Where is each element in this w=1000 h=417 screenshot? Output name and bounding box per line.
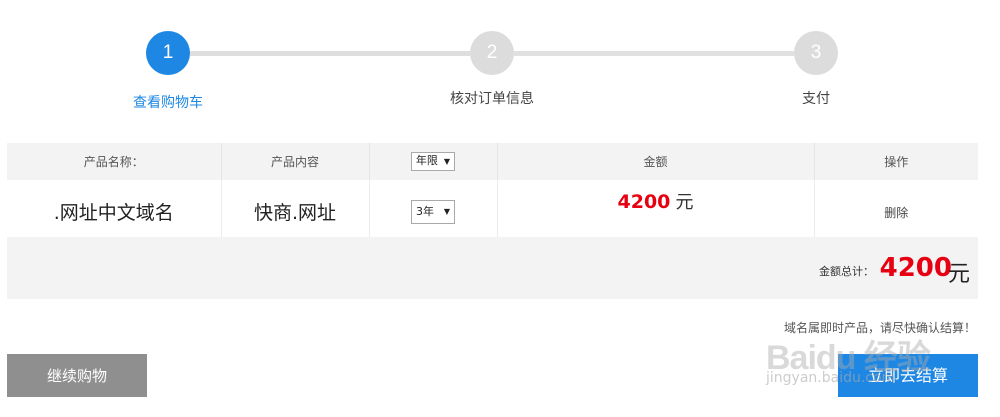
delete-link[interactable]: 删除 [884, 206, 908, 220]
step-2-label: 核对订单信息 [450, 91, 534, 107]
header-product-name: 产品名称： [7, 143, 222, 180]
period-select-value: 3年 [416, 204, 434, 218]
period-select[interactable]: 3年 ▼ [411, 199, 455, 224]
header-period: 年限 ▼ [369, 143, 498, 180]
step-connector-2-3 [514, 51, 794, 56]
period-header-select[interactable]: 年限 ▼ [410, 152, 456, 171]
table-row: .网址中文域名 快商.网址 3年 ▼ 4200 元 删除 [7, 180, 978, 244]
total-bar: 金额总计： 4200 元 [7, 237, 978, 299]
cart-table: 产品名称： 产品内容 年限 ▼ 金额 操作 .网址中文域名 快商.网址 3年 ▼ 4… [7, 143, 978, 244]
total-label: 金额总计： [819, 265, 874, 278]
chevron-down-icon: ▼ [443, 206, 450, 216]
step-1-circle: 1 [146, 31, 190, 75]
total-unit: 元 [947, 262, 970, 287]
header-product-content: 产品内容 [221, 143, 370, 180]
row-period: 3年 ▼ [369, 180, 498, 244]
header-amount: 金额 [497, 143, 815, 180]
product-name: .网址中文域名 [53, 202, 174, 224]
chevron-down-icon: ▼ [443, 157, 451, 166]
checkout-stepper: 1 2 3 查看购物车 核对订单信息 支付 [0, 0, 1000, 120]
step-connector-1-2 [190, 51, 470, 56]
row-action: 删除 [814, 180, 978, 244]
row-amount: 4200 元 [497, 180, 815, 244]
item-price: 4200 [617, 191, 671, 213]
row-product-content: 快商.网址 [221, 180, 370, 244]
checkout-button[interactable]: 立即去结算 [838, 354, 978, 397]
step-1-label: 查看购物车 [133, 95, 203, 111]
product-content: 快商.网址 [253, 202, 337, 224]
item-price-unit: 元 [675, 192, 694, 213]
step-3-label: 支付 [802, 91, 830, 107]
header-action: 操作 [814, 143, 978, 180]
notice-text: 域名属即时产品，请尽快确认结算！ [783, 321, 976, 335]
row-product-name: .网址中文域名 [7, 180, 222, 244]
continue-shopping-button[interactable]: 继续购物 [7, 354, 147, 397]
step-3-circle: 3 [794, 31, 838, 75]
step-2-circle: 2 [470, 31, 514, 75]
table-header-row: 产品名称： 产品内容 年限 ▼ 金额 操作 [7, 143, 978, 180]
period-header-value: 年限 [415, 154, 438, 167]
total-value: 4200 [879, 253, 952, 283]
